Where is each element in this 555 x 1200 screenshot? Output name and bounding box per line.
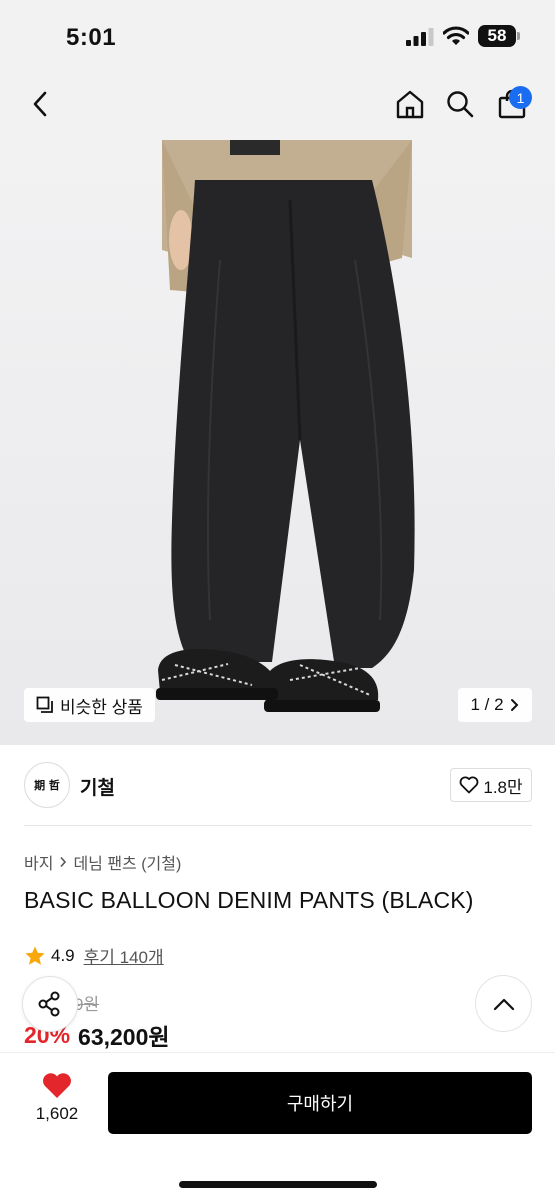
similar-icon xyxy=(36,696,53,713)
wifi-icon xyxy=(443,26,469,45)
back-button[interactable] xyxy=(20,84,60,124)
wish-count: 1,602 xyxy=(35,1104,79,1123)
product-image[interactable] xyxy=(0,140,555,745)
divider xyxy=(24,825,532,826)
battery-tip xyxy=(517,32,520,40)
image-page-indicator[interactable]: 1 / 2 xyxy=(458,688,532,722)
rating-row: 4.9 후기 140개 xyxy=(24,943,164,968)
similar-products-label: 비슷한 상품 xyxy=(60,697,143,717)
home-button[interactable] xyxy=(390,84,430,124)
status-bar: 5:01 58 xyxy=(0,0,555,70)
status-time: 5:01 xyxy=(66,24,117,51)
back-icon xyxy=(33,91,47,117)
breadcrumb-subcategory[interactable]: 데님 팬츠 (기철) xyxy=(73,850,181,874)
product-title: BASIC BALLOON DENIM PANTS (BLACK) xyxy=(24,887,474,913)
review-link[interactable]: 후기 140개 xyxy=(84,943,164,968)
nav-bar xyxy=(0,70,555,140)
brand-name[interactable]: 기철 xyxy=(80,773,115,800)
rating-value: 4.9 xyxy=(51,945,75,965)
chevron-right-icon xyxy=(60,856,67,868)
home-icon xyxy=(396,90,424,119)
brand-row: 期 哲 기철 1.8만 xyxy=(24,762,532,808)
cart-badge: 1 xyxy=(509,86,532,109)
chevron-right-icon xyxy=(510,699,518,711)
share-icon xyxy=(38,991,60,1017)
similar-products-button[interactable]: 비슷한 상품 xyxy=(24,688,155,722)
search-button[interactable] xyxy=(440,84,480,124)
search-icon xyxy=(447,91,474,118)
brand-like-button[interactable]: 1.8만 xyxy=(450,768,532,802)
breadcrumb: 바지 데님 팬츠 (기철) xyxy=(24,850,181,874)
share-button[interactable] xyxy=(22,976,78,1032)
chevron-up-icon xyxy=(493,998,514,1010)
scroll-top-button[interactable] xyxy=(475,975,532,1032)
wish-button[interactable]: 1,602 xyxy=(24,1072,90,1134)
breadcrumb-category[interactable]: 바지 xyxy=(24,850,53,874)
product-photo xyxy=(156,140,415,712)
buy-button[interactable]: 구매하기 xyxy=(108,1072,532,1134)
brand-logo[interactable]: 期 哲 xyxy=(24,762,70,808)
brand-like-count: 1.8만 xyxy=(483,777,523,797)
page-indicator-text: 1 / 2 xyxy=(470,695,504,714)
star-icon xyxy=(25,946,45,965)
sale-price: 63,200원 xyxy=(78,1024,170,1050)
heart-outline-icon xyxy=(459,776,479,794)
battery-icon: 58 xyxy=(478,25,516,47)
heart-filled-icon xyxy=(43,1073,71,1098)
home-indicator xyxy=(179,1181,377,1188)
signal-icon xyxy=(406,28,434,46)
